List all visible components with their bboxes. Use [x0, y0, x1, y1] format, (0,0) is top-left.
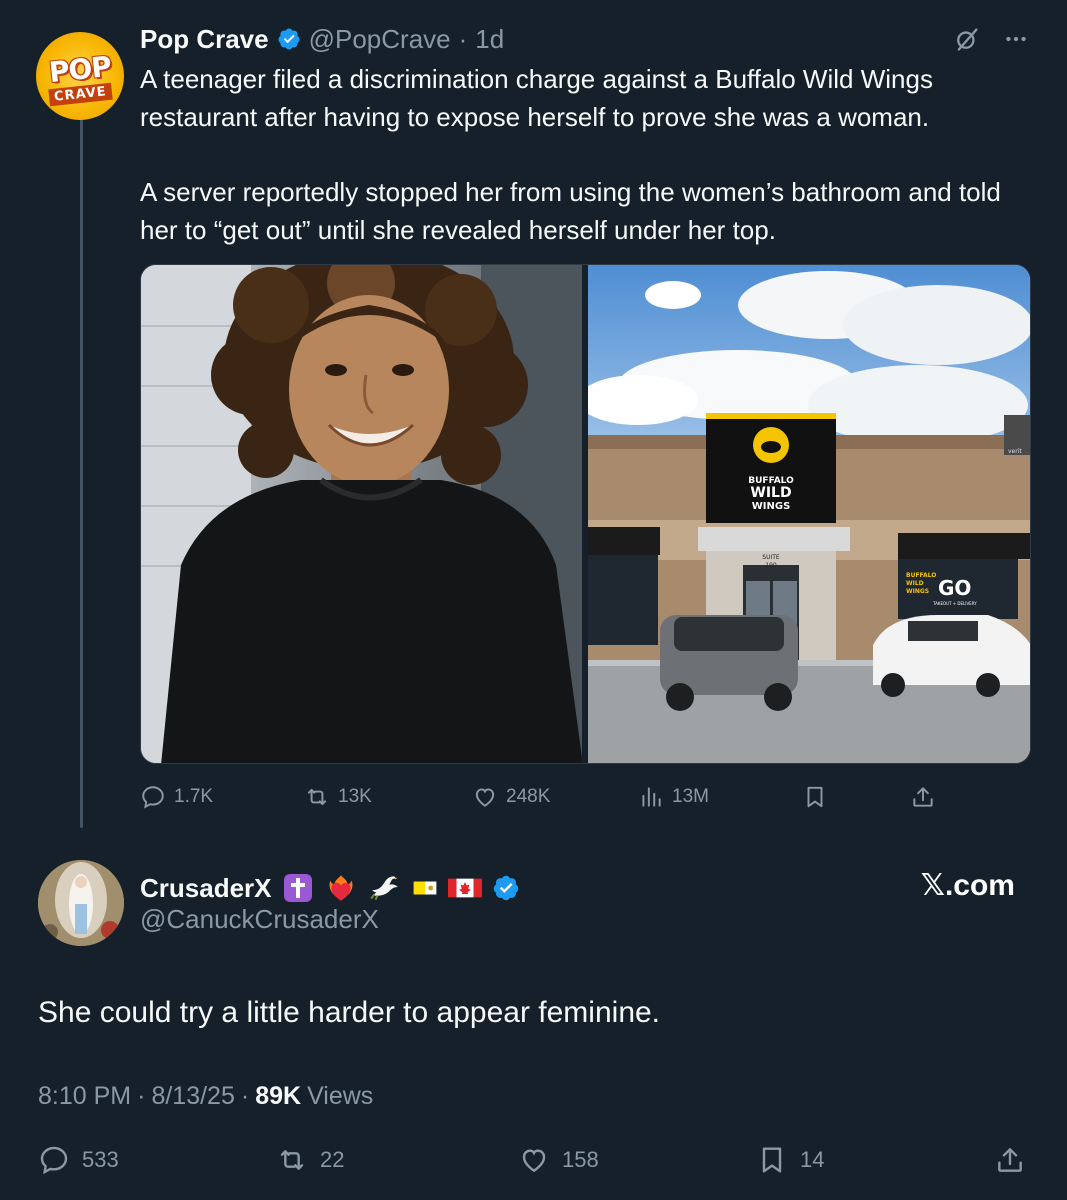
- like-icon: [522, 1149, 546, 1173]
- restaurant-illustration: BUFFALO WILD WINGS SUITE 190 BUFFALO WIL…: [588, 265, 1030, 763]
- views-icon: [642, 787, 661, 807]
- repost-icon: [307, 788, 327, 806]
- dove-emoji: [368, 871, 402, 905]
- views-action[interactable]: 13M: [638, 784, 709, 810]
- reply-meta: 8:10 PM · 8/13/25 · 89K Views: [38, 1082, 373, 1111]
- bookmark-icon: [762, 1147, 782, 1173]
- reply-reply-action[interactable]: 533: [38, 1144, 119, 1176]
- tweet-paragraph: A teenager filed a discrimination charge…: [140, 64, 933, 132]
- reply-reply-count: 533: [82, 1147, 119, 1172]
- reply-actions: 533 22 158 14: [0, 1140, 1067, 1184]
- crusaderx-avatar[interactable]: [38, 860, 124, 946]
- window-sign-1: BUFFALO: [906, 572, 936, 579]
- reply-author-name[interactable]: CrusaderX: [140, 873, 272, 904]
- reply-time[interactable]: 8:10 PM: [38, 1082, 131, 1111]
- header-separator: ·: [458, 23, 468, 54]
- bookmark-action[interactable]: [802, 784, 828, 810]
- more-icon[interactable]: [1003, 26, 1029, 52]
- share-icon: [998, 1148, 1022, 1172]
- thread-connector-line: [80, 108, 83, 828]
- window-small-text: TAKEOUT + DELIVERY: [932, 601, 977, 606]
- reply-icon: [142, 786, 164, 809]
- verified-badge-icon: [278, 28, 300, 50]
- reply-header: CrusaderX: [140, 868, 520, 908]
- avatar-illustration: [38, 860, 124, 946]
- parent-tweet-actions: 1.7K 13K 248K 13M: [140, 778, 940, 814]
- share-action[interactable]: [910, 784, 936, 810]
- header-actions: [953, 22, 1029, 56]
- like-action[interactable]: 248K: [472, 784, 550, 810]
- like-count: 248K: [506, 786, 551, 807]
- window-sign-2: WILD: [906, 580, 924, 587]
- suite-sign-1: SUITE: [762, 554, 780, 561]
- portrait-illustration: [141, 265, 582, 763]
- reply-action[interactable]: 1.7K: [140, 784, 213, 810]
- tweet-paragraph: A server reportedly stopped her from usi…: [140, 177, 1001, 245]
- repost-action[interactable]: 13K: [304, 784, 372, 810]
- reply-views-count: 89K: [255, 1082, 302, 1110]
- corner-sign-text: verit: [1008, 448, 1022, 455]
- repost-count: 13K: [338, 786, 372, 807]
- bookmark-icon: [807, 786, 823, 808]
- x-com-watermark: 𝕏.com: [920, 869, 1015, 902]
- reply-like-action[interactable]: 158: [518, 1144, 599, 1176]
- tweet-media-grid: BUFFALO WILD WINGS SUITE 190 BUFFALO WIL…: [140, 264, 1031, 764]
- author-handle[interactable]: @PopCrave: [309, 24, 451, 55]
- grok-icon[interactable]: [953, 25, 981, 53]
- meta-separator: ·: [240, 1082, 250, 1110]
- reply-like-count: 158: [562, 1147, 599, 1172]
- canada-flag-emoji: [447, 875, 482, 901]
- reply-repost-count: 22: [320, 1147, 345, 1172]
- author-name[interactable]: Pop Crave: [140, 24, 269, 55]
- reply-repost-action[interactable]: 22: [276, 1144, 344, 1176]
- pop-crave-avatar[interactable]: POP CRAVE: [36, 32, 124, 120]
- parent-tweet-header: Pop Crave @PopCrave · 1d: [140, 22, 504, 56]
- window-go-text: GO: [938, 576, 971, 600]
- portrait-photo[interactable]: [141, 265, 582, 763]
- reply-bookmark-count: 14: [800, 1147, 825, 1172]
- repost-icon: [280, 1150, 304, 1170]
- vatican-flag-emoji: [412, 875, 438, 901]
- window-sign-3: WINGS: [906, 588, 929, 595]
- heart-on-fire-emoji: [324, 871, 358, 905]
- reply-date[interactable]: 8/13/25: [151, 1082, 234, 1111]
- reply-share-action[interactable]: [994, 1144, 1026, 1176]
- verified-badge-icon: [493, 875, 518, 901]
- restaurant-photo[interactable]: BUFFALO WILD WINGS SUITE 190 BUFFALO WIL…: [588, 265, 1030, 763]
- tweet-time[interactable]: 1d: [475, 24, 504, 55]
- reply-count: 1.7K: [174, 786, 214, 807]
- reply-icon: [40, 1146, 68, 1175]
- sign-line-3: WINGS: [752, 501, 791, 512]
- reply-author-handle[interactable]: @CanuckCrusaderX: [140, 904, 379, 935]
- reply-views-label: Views: [307, 1082, 374, 1110]
- parent-tweet-text: A teenager filed a discrimination charge…: [140, 60, 1040, 249]
- reply-tweet-text: She could try a little harder to appear …: [38, 996, 661, 1029]
- views-count: 13M: [672, 786, 709, 807]
- latin-cross-emoji: [282, 872, 314, 904]
- like-icon: [475, 788, 495, 807]
- share-icon: [913, 787, 933, 807]
- avatar-logo-pop: POP: [47, 49, 113, 89]
- sign-line-2: WILD: [750, 485, 791, 501]
- reply-bookmark-action[interactable]: 14: [756, 1144, 824, 1176]
- suite-sign-2: 190: [765, 562, 777, 569]
- meta-separator: ·: [137, 1082, 146, 1110]
